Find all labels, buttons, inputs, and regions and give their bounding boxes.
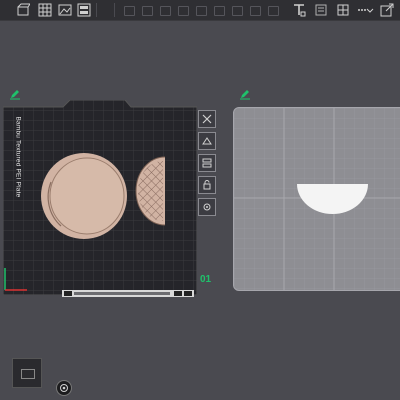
build-plate-2-grid — [234, 108, 400, 290]
settings-icon[interactable] — [198, 198, 216, 216]
dropdown-icon[interactable] — [366, 3, 374, 17]
scale-icon[interactable] — [160, 6, 171, 16]
grid-icon[interactable] — [336, 3, 350, 17]
grid-arrange-icon[interactable] — [38, 3, 52, 17]
close-icon[interactable] — [198, 110, 216, 128]
plate-number: 01 — [200, 274, 212, 285]
image-import-icon[interactable] — [58, 3, 72, 17]
edit-plate-2-icon[interactable] — [239, 87, 251, 100]
lock-icon[interactable] — [198, 176, 216, 194]
export-icon[interactable] — [380, 3, 394, 17]
toolbar-separator — [114, 3, 115, 17]
rotate-icon[interactable] — [142, 6, 153, 16]
top-toolbar — [0, 0, 400, 21]
view-navigator-icon[interactable] — [56, 380, 72, 396]
build-plate-2[interactable] — [233, 107, 400, 291]
add-plate-icon[interactable] — [16, 3, 30, 17]
thumbnail-object — [21, 369, 35, 379]
seam-paint-icon[interactable] — [250, 6, 261, 16]
status-bar — [74, 292, 170, 295]
plate-type-label: Bambu Textured PEI Plate — [14, 116, 22, 198]
color-paint-icon[interactable] — [268, 6, 279, 16]
toolbar-separator — [96, 3, 97, 17]
build-plate-grid — [3, 100, 197, 295]
edit-plate-1-icon[interactable] — [9, 87, 21, 100]
sliced-view-icon[interactable] — [314, 3, 328, 17]
plate-status-strip — [62, 290, 194, 297]
round-part[interactable] — [41, 153, 127, 239]
text-icon[interactable] — [292, 3, 306, 17]
move-icon[interactable] — [124, 6, 135, 16]
status-segment — [184, 291, 192, 296]
plate-thumbnail[interactable] — [12, 358, 42, 388]
cut-icon[interactable] — [196, 6, 207, 16]
lay-on-face-icon[interactable] — [178, 6, 189, 16]
status-segment — [64, 291, 72, 296]
build-plate-1[interactable]: Bambu Textured PEI Plate — [3, 100, 197, 295]
plate-side-tools — [198, 110, 216, 220]
mesh-boolean-icon[interactable] — [214, 6, 225, 16]
arrange-icon[interactable] — [198, 154, 216, 172]
auto-orient-icon[interactable] — [198, 132, 216, 150]
status-segment — [174, 291, 182, 296]
preview-icon[interactable] — [77, 3, 91, 17]
support-paint-icon[interactable] — [232, 6, 243, 16]
